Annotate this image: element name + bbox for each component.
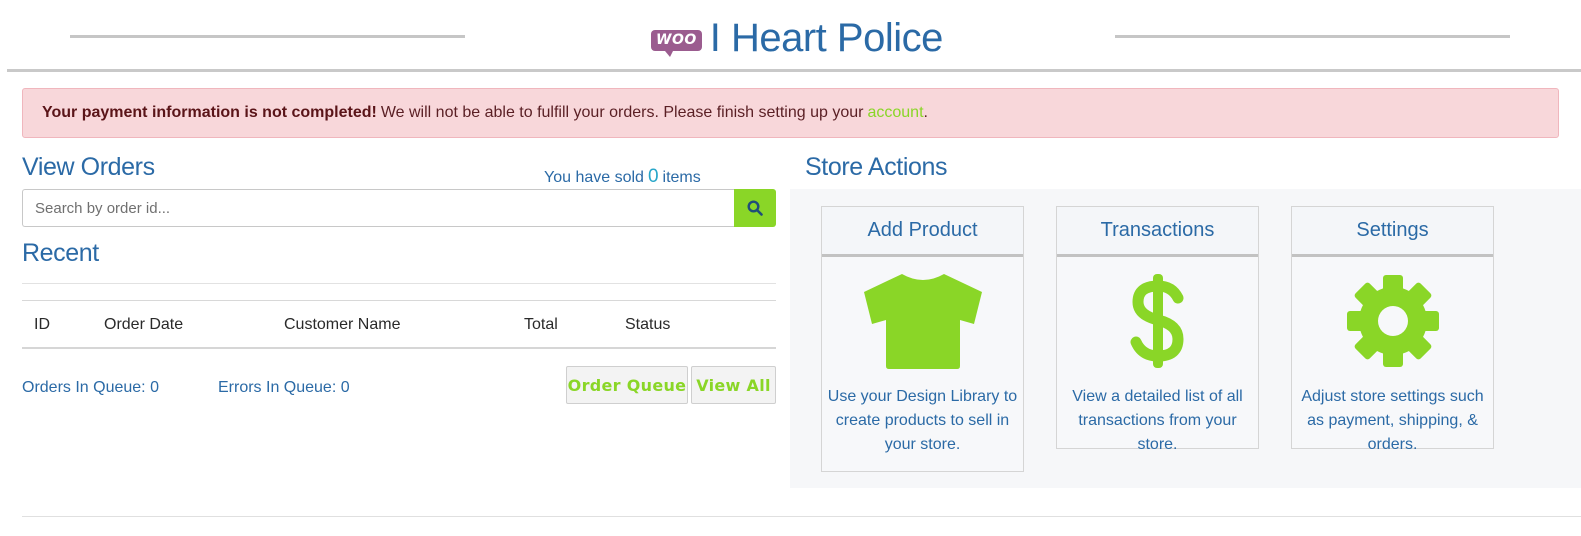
- errors-in-queue: Errors In Queue: 0: [218, 379, 350, 397]
- view-orders-heading: View Orders: [22, 153, 155, 181]
- orders-in-queue-value: 0: [150, 379, 159, 396]
- col-customer-name: Customer Name: [284, 316, 401, 333]
- account-link[interactable]: account: [867, 104, 923, 122]
- order-queue-button[interactable]: Order Queue: [566, 366, 688, 404]
- orders-in-queue-label: Orders In Queue:: [22, 379, 146, 396]
- col-id: ID: [34, 316, 50, 333]
- sold-suffix: items: [662, 169, 701, 186]
- footer-divider: [22, 516, 1581, 517]
- header-rule: [7, 69, 1581, 72]
- header-divider-right: [1115, 35, 1510, 38]
- card-settings[interactable]: Settings Adjust store settings such as p…: [1291, 206, 1494, 453]
- alert-message: We will not be able to fulfill your orde…: [380, 104, 864, 121]
- brand[interactable]: WOO I Heart Police: [651, 14, 943, 62]
- errors-in-queue-value: 0: [340, 379, 350, 396]
- col-order-date: Order Date: [104, 316, 184, 333]
- tshirt-icon: [863, 274, 982, 369]
- payment-alert: Your payment information is not complete…: [22, 88, 1559, 138]
- orders-table-header: ID Order Date Customer Name Total Status: [22, 301, 776, 349]
- alert-end: .: [923, 104, 928, 121]
- orders-in-queue: Orders In Queue: 0: [22, 379, 159, 397]
- card-description: View a detailed list of all transactions…: [1072, 388, 1243, 453]
- sold-count: 0: [647, 166, 659, 187]
- errors-in-queue-label: Errors In Queue:: [218, 379, 337, 396]
- recent-divider: [22, 283, 776, 284]
- recent-heading: Recent: [22, 239, 99, 267]
- alert-strong: Your payment information is not complete…: [42, 104, 377, 121]
- woo-logo-icon: WOO: [651, 29, 702, 57]
- card-description: Use your Design Library to create produc…: [827, 388, 1018, 453]
- sold-summary: You have sold 0 items: [544, 166, 701, 188]
- card-description: Adjust store settings such as payment, s…: [1301, 388, 1484, 453]
- card-title: Transactions: [1057, 207, 1258, 257]
- card-title: Add Product: [822, 207, 1023, 257]
- dollar-icon: [1130, 274, 1184, 368]
- col-status: Status: [625, 316, 671, 333]
- order-search-input[interactable]: [22, 189, 734, 227]
- store-title: I Heart Police: [709, 15, 944, 60]
- sold-prefix: You have sold: [544, 169, 644, 186]
- gear-icon: [1346, 275, 1439, 367]
- search-button[interactable]: [734, 189, 776, 227]
- store-actions-heading: Store Actions: [805, 153, 948, 181]
- card-transactions[interactable]: Transactions View a detailed list of all…: [1056, 206, 1259, 453]
- search-icon: [747, 200, 763, 216]
- order-search: [22, 189, 776, 227]
- view-all-button[interactable]: View All: [691, 366, 776, 404]
- header-divider-left: [70, 35, 465, 38]
- card-title: Settings: [1292, 207, 1493, 257]
- card-add-product[interactable]: Add Product Use your Design Library to c…: [821, 206, 1024, 472]
- site-header: WOO I Heart Police: [0, 0, 1581, 72]
- col-total: Total: [524, 316, 558, 333]
